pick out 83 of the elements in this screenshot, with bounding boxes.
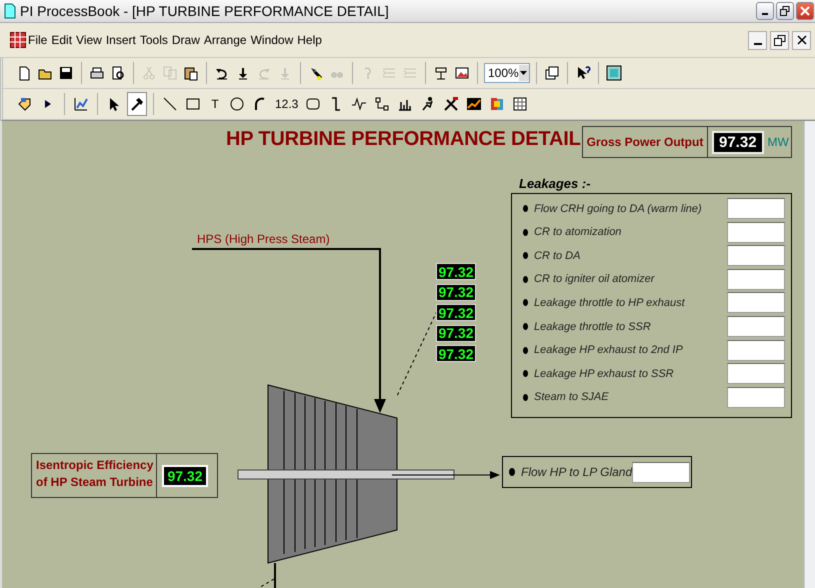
steam-label: HPS (High Press Steam) bbox=[197, 232, 330, 246]
image-icon[interactable] bbox=[454, 65, 470, 81]
menu-item[interactable]: Help bbox=[296, 33, 325, 47]
hammer-icon[interactable] bbox=[127, 92, 147, 116]
menu-item[interactable]: File bbox=[27, 33, 50, 47]
bullet-icon bbox=[523, 370, 528, 378]
value-field[interactable] bbox=[727, 222, 785, 243]
value-display: 97.32 bbox=[162, 464, 208, 486]
value-field[interactable] bbox=[632, 462, 690, 482]
menu-item[interactable]: View bbox=[75, 33, 105, 47]
menu-item[interactable]: Draw bbox=[170, 33, 203, 47]
close-icon bbox=[796, 35, 806, 45]
leakage-label: Leakage throttle to HP exhaust bbox=[534, 296, 686, 309]
app-icon bbox=[10, 32, 26, 48]
restore-icon bbox=[780, 6, 790, 16]
leakage-label: Flow CRH going to DA (warm line) bbox=[534, 202, 703, 214]
gland-label: Flow HP to LP Gland bbox=[521, 465, 632, 479]
value-display: 97.32 bbox=[712, 130, 764, 154]
minimize-icon bbox=[754, 43, 762, 45]
bullet-icon bbox=[523, 346, 528, 354]
bullet-icon bbox=[523, 394, 528, 401]
leakages-heading: Leakages :- bbox=[519, 176, 591, 191]
caret-icon bbox=[520, 71, 528, 75]
leakage-label: CR to DA bbox=[534, 250, 582, 262]
zoom-dropdown[interactable]: 100% bbox=[484, 63, 530, 83]
bullet-icon bbox=[523, 252, 528, 260]
efficiency-label: Isentropic Efficiency of HP Steam Turbine bbox=[32, 454, 157, 497]
value-display: 97.32 bbox=[436, 324, 476, 342]
bullet-icon bbox=[523, 228, 528, 236]
value-field[interactable] bbox=[727, 316, 785, 337]
minimize-button[interactable] bbox=[748, 30, 767, 50]
value-field[interactable] bbox=[727, 245, 785, 266]
menu-item[interactable]: Tools bbox=[138, 33, 171, 47]
bullet-icon bbox=[509, 468, 515, 476]
document-icon bbox=[4, 3, 16, 19]
value-field[interactable] bbox=[727, 340, 785, 361]
bullet-icon bbox=[523, 205, 528, 212]
bullet-icon bbox=[523, 299, 528, 306]
value-field[interactable] bbox=[727, 198, 785, 219]
bullet-icon bbox=[523, 323, 528, 330]
leakage-label: CR to igniter oil atomizer bbox=[534, 273, 656, 286]
menu-item[interactable]: Edit bbox=[50, 33, 76, 47]
flashlight-icon[interactable] bbox=[308, 65, 324, 81]
preview-icon[interactable] bbox=[110, 65, 126, 81]
print-icon[interactable] bbox=[89, 65, 105, 81]
minimize-button[interactable] bbox=[756, 2, 774, 20]
leakage-label: CR to atomization bbox=[534, 226, 622, 238]
value-field[interactable] bbox=[727, 268, 785, 290]
paste-icon[interactable] bbox=[183, 65, 199, 81]
value-display: 97.32 bbox=[436, 345, 476, 362]
value-display: 97.32 bbox=[436, 263, 476, 280]
help-icon[interactable] bbox=[575, 65, 591, 81]
value-field[interactable] bbox=[727, 363, 785, 384]
value-field[interactable] bbox=[727, 292, 785, 314]
leakage-label: Leakage throttle to SSR bbox=[534, 320, 652, 332]
scrollbar[interactable] bbox=[804, 121, 815, 588]
bullet-icon bbox=[523, 276, 528, 283]
close-button[interactable] bbox=[792, 30, 811, 50]
menu-item[interactable]: Insert bbox=[104, 33, 139, 47]
display-icon[interactable] bbox=[606, 65, 622, 81]
windows-icon[interactable] bbox=[544, 65, 560, 81]
gross-power-label: Gross Power Output bbox=[583, 127, 708, 157]
leakage-label: Leakage HP exhaust to SSR bbox=[534, 368, 675, 380]
restore-icon bbox=[774, 34, 786, 46]
unit-label: MW bbox=[768, 135, 789, 149]
minimize-icon bbox=[762, 13, 768, 15]
restore-button[interactable] bbox=[770, 30, 789, 50]
drain-line bbox=[274, 563, 276, 588]
leakage-label: Steam to SJAE bbox=[534, 391, 610, 404]
leakage-label: Leakage HP exhaust to 2nd IP bbox=[534, 344, 684, 356]
close-icon bbox=[800, 6, 810, 16]
window-title: PI ProcessBook - [HP TURBINE PERFORMANCE DETAIL] bbox=[20, 3, 389, 19]
value-display: 97.32 bbox=[436, 284, 476, 300]
text-tool[interactable]: 12.3 bbox=[273, 93, 300, 115]
value-display: 97.32 bbox=[436, 304, 476, 321]
display-title: HP TURBINE PERFORMANCE DETAIL bbox=[226, 128, 581, 151]
menu-item[interactable]: Window bbox=[250, 33, 296, 47]
leader-line bbox=[256, 578, 274, 588]
save-icon[interactable] bbox=[58, 65, 74, 81]
restore-button[interactable] bbox=[776, 2, 794, 20]
value-field[interactable] bbox=[727, 386, 785, 408]
menu-item[interactable]: Arrange bbox=[202, 33, 250, 47]
text-tool[interactable]: T bbox=[206, 93, 224, 115]
